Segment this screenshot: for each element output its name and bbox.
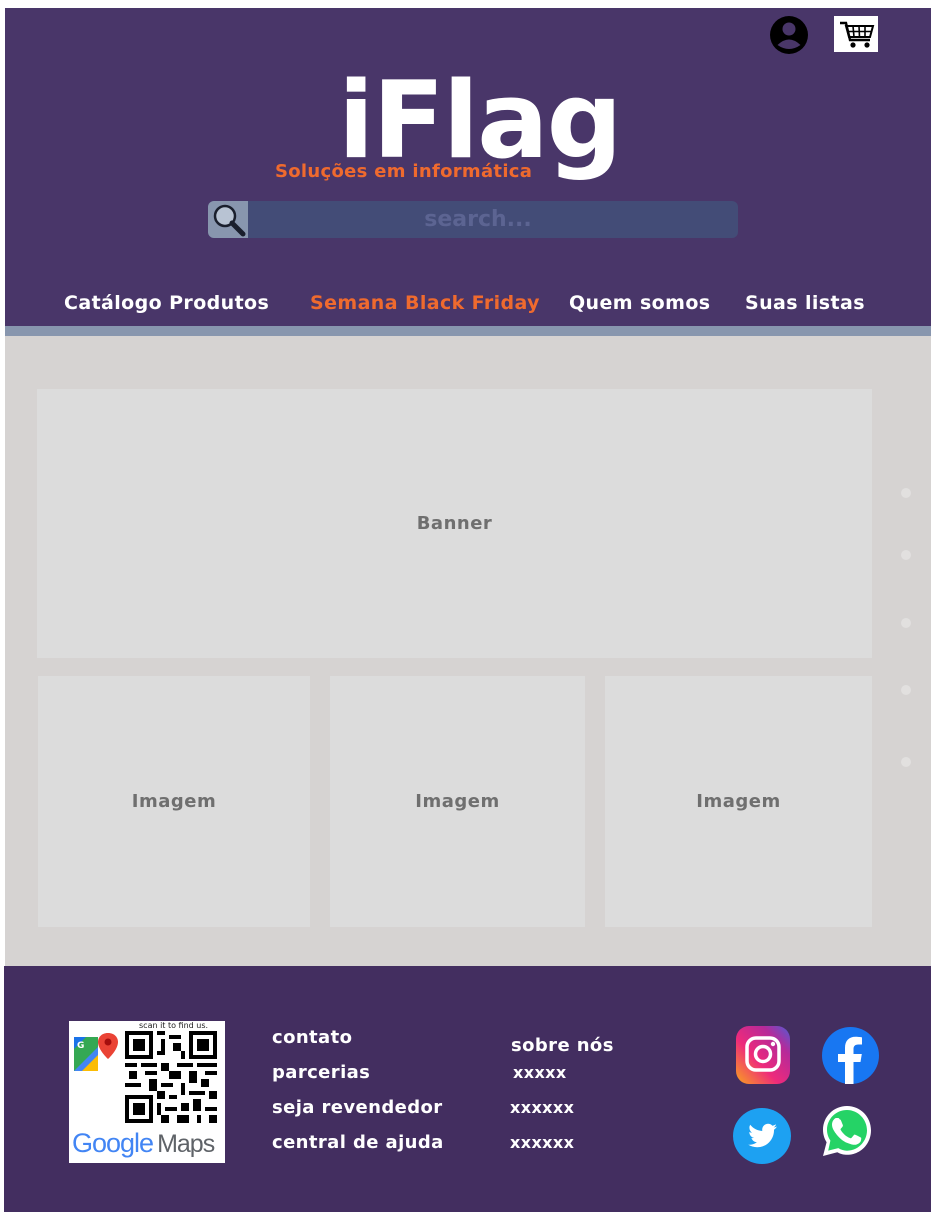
footer-text-xxxxx: xxxxx [513,1063,567,1082]
search-icon[interactable] [208,201,248,238]
facebook-icon[interactable] [822,1027,879,1084]
footer-link-sobre-nos[interactable]: sobre nós [511,1033,614,1059]
nav-item-suas-listas[interactable]: Suas listas [745,288,865,318]
carousel-dot-4[interactable] [901,685,911,695]
twitter-icon[interactable] [733,1108,791,1164]
google-maps-qr-card[interactable]: scan it to find us. G Google Maps [69,1021,225,1163]
image-tile-1[interactable]: Imagem [38,676,310,927]
footer-link-central-de-ajuda[interactable]: central de ajuda [272,1130,444,1156]
google-maps-pin-icon: G [74,1033,118,1071]
footer-text-xxxxxx: xxxxxx [510,1133,575,1152]
footer-link-seja-revendedor[interactable]: seja revendedor [272,1095,443,1121]
footer-link-parcerias[interactable]: parcerias [272,1060,370,1086]
carousel-dot-5[interactable] [901,757,911,767]
image-tile-2[interactable]: Imagem [330,676,585,927]
google-maps-wordmark: Google Maps [72,1127,215,1159]
image-label: Imagem [696,791,781,812]
nav-item-catalogo-produtos[interactable]: Catálogo Produtos [64,288,269,318]
footer-link-contato[interactable]: contato [272,1025,352,1051]
carousel-dot-2[interactable] [901,550,911,560]
svg-text:G: G [77,1041,84,1051]
qr-code-icon [125,1031,217,1123]
user-account-icon[interactable] [769,15,809,55]
tagline: Soluções em informática [275,161,533,182]
carousel-dot-1[interactable] [901,488,911,498]
shopping-cart-icon[interactable] [834,16,878,52]
banner[interactable]: Banner [37,389,872,658]
whatsapp-icon[interactable] [821,1104,873,1158]
google-wordmark: Google [72,1128,154,1158]
search-input[interactable] [258,201,698,238]
image-tile-3[interactable]: Imagem [605,676,872,927]
banner-label: Banner [416,513,493,534]
qr-caption: scan it to find us. [139,1021,209,1030]
footer-text-xxxxxx: xxxxxx [510,1098,575,1117]
header-divider [5,326,931,336]
carousel-dot-3[interactable] [901,618,911,628]
image-label: Imagem [415,791,500,812]
image-label: Imagem [131,791,217,812]
nav-item-quem-somos[interactable]: Quem somos [569,288,711,318]
nav-item-semana-black-friday[interactable]: Semana Black Friday [310,288,540,318]
instagram-icon[interactable] [736,1026,790,1084]
maps-wordmark: Maps [157,1130,215,1158]
